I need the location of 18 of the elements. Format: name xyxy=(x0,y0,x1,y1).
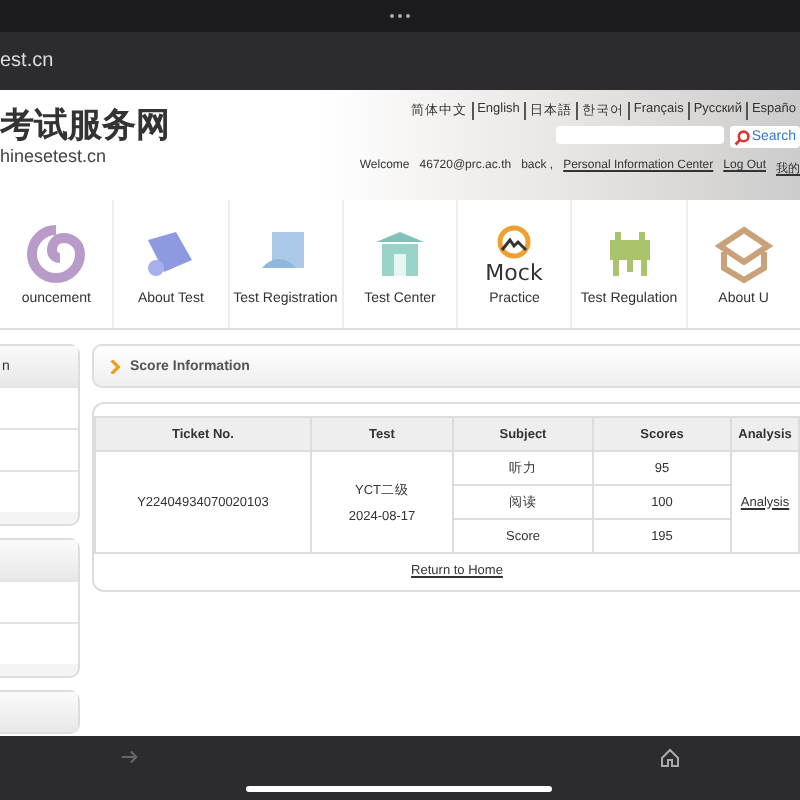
sidebar-item[interactable] xyxy=(0,580,78,622)
search-icon xyxy=(733,129,750,145)
search-field[interactable] xyxy=(555,126,724,144)
forward-arrow-icon[interactable] xyxy=(120,748,138,766)
sidebar-item[interactable] xyxy=(0,470,78,512)
sidebar-item[interactable] xyxy=(0,428,78,470)
home-icon[interactable] xyxy=(660,748,680,768)
site-domain: hinesetest.cn xyxy=(0,146,109,166)
swirl-icon xyxy=(26,223,87,283)
practice-logo: Mock xyxy=(474,223,555,283)
sidebar-item[interactable] xyxy=(0,622,78,664)
chevron-icon xyxy=(110,359,120,373)
site-title: 考试服务网 xyxy=(0,106,170,146)
home-indicator[interactable] xyxy=(246,786,552,792)
panel-header xyxy=(0,540,78,580)
url-text[interactable]: est.cn xyxy=(0,50,54,72)
box-icon xyxy=(713,223,774,283)
sidebar-item[interactable] xyxy=(0,386,78,428)
